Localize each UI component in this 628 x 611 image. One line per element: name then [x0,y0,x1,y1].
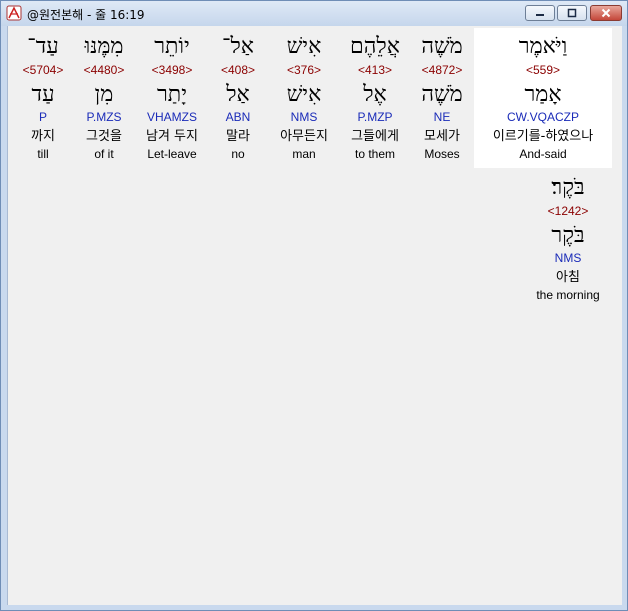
word-column[interactable]: יוֹתֵר <3498> יָתַר VHAMZS 남겨 두지 Let-lea… [136,28,208,168]
morphology-code: P.MZS [86,110,122,124]
hebrew-lemma: אַל [226,82,250,107]
korean-gloss: 까지 [31,129,55,144]
strong-number: <559> [525,63,561,77]
hebrew-lemma: מֹשֶׁה [421,82,463,107]
word-column[interactable]: מִמֶּנּוּ <4480> מִן P.MZS 그것을 of it [72,28,136,168]
word-column[interactable]: עַד־ <5704> עַד P 까지 till [14,28,72,168]
compass-icon [6,5,22,21]
title-bar[interactable]: @원전본해 - 줄 16:19 [1,1,627,26]
maximize-icon [567,8,577,18]
hebrew-word: בֹּקֶר׃ [551,175,585,200]
morphology-code: VHAMZS [146,110,197,124]
morphology-code: NE [433,110,451,124]
hebrew-lemma: בֹּקֶר [551,223,585,248]
english-gloss: Let-leave [147,147,197,161]
strong-number: <1242> [547,204,589,218]
close-button[interactable] [590,5,622,21]
minimize-button[interactable] [525,5,555,21]
korean-gloss: 남겨 두지 [146,129,198,144]
hebrew-word: וַיֹּאמֶר [518,34,568,59]
strong-number: <5704> [22,63,64,77]
hebrew-word: אֲלֵהֶם [350,34,400,59]
morphology-code: CW.VQACZP [506,110,579,124]
morphology-code: ABN [225,110,251,124]
korean-gloss: 말라 [226,129,250,144]
strong-number: <4480> [83,63,125,77]
word-column[interactable]: בֹּקֶר׃ <1242> בֹּקֶר NMS 아침 the morning [524,171,612,311]
english-gloss: And-said [519,147,567,161]
word-column[interactable]: אַל־ <408> אַל ABN 말라 no [208,28,268,168]
hebrew-lemma: מִן [94,82,114,107]
hebrew-word: יוֹתֵר [154,34,190,59]
hebrew-lemma: אָמַר [524,82,562,107]
morphology-code: P [38,110,47,124]
korean-gloss: 모세가 [424,129,460,144]
english-gloss: man [292,147,316,161]
english-gloss: of it [94,147,114,161]
strong-number: <3498> [151,63,193,77]
english-gloss: Moses [424,147,460,161]
hebrew-lemma: יָתַר [157,82,187,107]
korean-gloss: 그들에게 [351,129,399,144]
morphology-code: NMS [554,251,582,265]
korean-gloss: 그것을 [86,129,122,144]
korean-gloss: 아무든지 [280,129,328,144]
word-column[interactable]: אֲלֵהֶם <413> אֶל P.MZP 그들에게 to them [340,28,410,168]
hebrew-word: אַל־ [222,34,254,59]
english-gloss: till [37,147,49,161]
hebrew-lemma: עַד [31,82,55,107]
hebrew-word: אִישׁ [286,34,322,59]
hebrew-lemma: אִישׁ [286,82,322,107]
strong-number: <408> [220,63,256,77]
word-column[interactable]: אִישׁ <376> אִישׁ NMS 아무든지 man [268,28,340,168]
strong-number: <4872> [421,63,463,77]
hebrew-word: מֹשֶׁה [421,34,463,59]
word-column[interactable]: וַיֹּאמֶר <559> אָמַר CW.VQACZP 이르기를-하였으… [474,28,612,168]
close-icon [601,8,611,18]
strong-number: <376> [286,63,322,77]
morphology-code: NMS [290,110,318,124]
hebrew-lemma: אֶל [363,82,387,107]
interlinear-panel[interactable]: וַיֹּאמֶר <559> אָמַר CW.VQACZP 이르기를-하였으… [7,26,622,605]
english-gloss: to them [354,147,396,161]
morphology-code: P.MZP [357,110,393,124]
english-gloss: no [231,147,245,161]
app-window: @원전본해 - 줄 16:19 וַיֹּאמֶר <559> אָמַר CW… [0,0,628,611]
window-title: @원전본해 - 줄 16:19 [27,8,145,22]
minimize-icon [536,14,544,16]
korean-gloss: 아침 [556,270,580,285]
hebrew-word: עַד־ [27,34,59,59]
english-gloss: the morning [536,288,600,302]
maximize-button[interactable] [557,5,587,21]
korean-gloss: 이르기를-하였으나 [492,129,594,144]
hebrew-word: מִמֶּנּוּ [84,34,124,59]
word-column[interactable]: מֹשֶׁה <4872> מֹשֶׁה NE 모세가 Moses [410,28,474,168]
strong-number: <413> [357,63,393,77]
